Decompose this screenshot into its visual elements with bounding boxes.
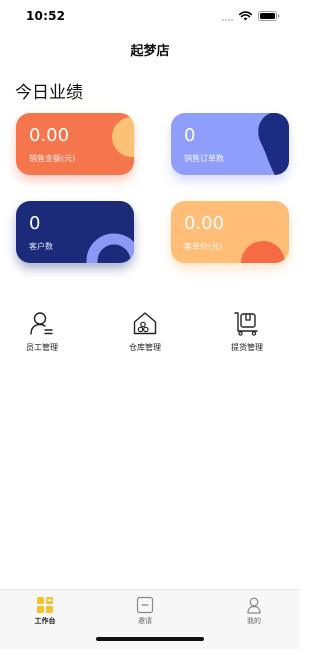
tab-profile-label: 我的 bbox=[247, 617, 261, 625]
sales-amount-card[interactable]: 0.00 销售金额(元) bbox=[16, 113, 134, 175]
warehouse-management-label: 仓库管理 bbox=[129, 343, 161, 352]
warehouse-icon bbox=[133, 312, 157, 335]
sales-amount-label: 销售金额(元) bbox=[29, 154, 76, 163]
employee-management-button[interactable]: 员工管理 bbox=[7, 310, 77, 353]
pickup-management-button[interactable]: 提货管理 bbox=[212, 310, 282, 353]
sales-orders-value: 0 bbox=[184, 125, 196, 146]
status-time: 10:52 bbox=[26, 9, 66, 23]
app-screen: 10:52 起梦店 今日业绩 0.00 销售金额(元) 0 销售订单数 0 客户… bbox=[0, 0, 300, 649]
section-title-today: 今日业绩 bbox=[15, 83, 83, 103]
signal-icon bbox=[222, 12, 233, 21]
page-title: 起梦店 bbox=[130, 44, 170, 59]
avg-price-value: 0.00 bbox=[184, 213, 225, 234]
home-indicator bbox=[96, 637, 204, 641]
tab-workbench[interactable]: 工作台 bbox=[15, 596, 75, 626]
pickup-cart-icon bbox=[234, 312, 258, 336]
avg-price-label: 客单价(元) bbox=[184, 242, 223, 251]
customers-label: 客户数 bbox=[29, 242, 53, 251]
sales-amount-value: 0.00 bbox=[29, 125, 70, 146]
warehouse-management-button[interactable]: 仓库管理 bbox=[110, 310, 180, 353]
employee-management-label: 员工管理 bbox=[26, 343, 58, 352]
wifi-icon bbox=[239, 11, 252, 21]
status-icons bbox=[222, 11, 280, 21]
tab-workbench-label: 工作台 bbox=[34, 617, 56, 625]
invite-icon bbox=[136, 596, 154, 614]
battery-icon bbox=[258, 11, 280, 21]
tab-invite-label: 邀请 bbox=[138, 617, 152, 625]
tab-profile[interactable]: 我的 bbox=[224, 596, 284, 626]
tab-invite[interactable]: 邀请 bbox=[115, 596, 175, 626]
pickup-management-label: 提货管理 bbox=[231, 343, 263, 352]
employee-icon bbox=[30, 312, 53, 335]
profile-icon bbox=[247, 597, 261, 614]
customers-value: 0 bbox=[29, 213, 41, 234]
customers-card[interactable]: 0 客户数 bbox=[16, 201, 134, 263]
status-bar: 10:52 bbox=[0, 0, 300, 34]
sales-orders-label: 销售订单数 bbox=[184, 154, 224, 163]
workbench-grid-icon bbox=[37, 597, 53, 613]
sales-orders-card[interactable]: 0 销售订单数 bbox=[171, 113, 289, 175]
avg-price-card[interactable]: 0.00 客单价(元) bbox=[171, 201, 289, 263]
